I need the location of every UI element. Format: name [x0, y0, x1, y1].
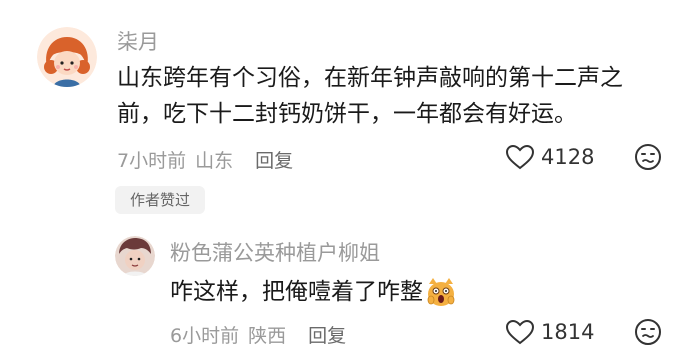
- comment-time: 7小时前: [117, 150, 187, 172]
- heart-icon: [505, 144, 535, 170]
- comment-username[interactable]: 柒月: [117, 26, 159, 56]
- like-count: 4128: [541, 145, 595, 169]
- author-liked-badge: 作者赞过: [115, 186, 205, 214]
- comment-location: 山东: [195, 150, 234, 172]
- reply-reply-button[interactable]: 回复: [308, 321, 346, 348]
- reply-like-button[interactable]: 1814: [505, 319, 594, 345]
- dislike-button[interactable]: [634, 143, 662, 175]
- comment-text: 山东跨年有个习俗，在新年钟声敲响的第十二声之 前，吃下十二封钙奶饼干，一年都会有…: [117, 60, 623, 132]
- reply-dislike-button[interactable]: [634, 318, 662, 350]
- avatar[interactable]: [37, 27, 97, 87]
- reply-text: 咋这样，把俺噎着了咋整: [170, 274, 457, 310]
- reply-meta: 6小时前 陕西 回复: [170, 321, 346, 348]
- dislike-face-icon: [635, 144, 661, 170]
- comment-text-line1: 山东跨年有个习俗，在新年钟声敲响的第十二声之: [117, 65, 623, 91]
- comment-meta: 7小时前 山东 回复: [117, 146, 293, 173]
- reply-avatar[interactable]: [115, 236, 155, 276]
- reply-location: 陕西: [248, 325, 287, 347]
- heart-icon: [505, 319, 535, 345]
- scream-cat-emoji: [427, 278, 455, 306]
- reply-username[interactable]: 粉色蒲公英种植户柳姐: [170, 237, 380, 267]
- comment-thread: 柒月 山东跨年有个习俗，在新年钟声敲响的第十二声之 前，吃下十二封钙奶饼干，一年…: [0, 0, 690, 363]
- reply-time: 6小时前: [170, 325, 240, 347]
- comment-text-line2: 前，吃下十二封钙奶饼干，一年都会有好运。: [117, 101, 577, 127]
- reply-like-count: 1814: [541, 320, 595, 344]
- reply-button[interactable]: 回复: [255, 146, 293, 173]
- like-button[interactable]: 4128: [505, 144, 594, 170]
- reply-text-content: 咋这样，把俺噎着了咋整: [170, 279, 423, 305]
- dislike-face-icon: [635, 319, 661, 345]
